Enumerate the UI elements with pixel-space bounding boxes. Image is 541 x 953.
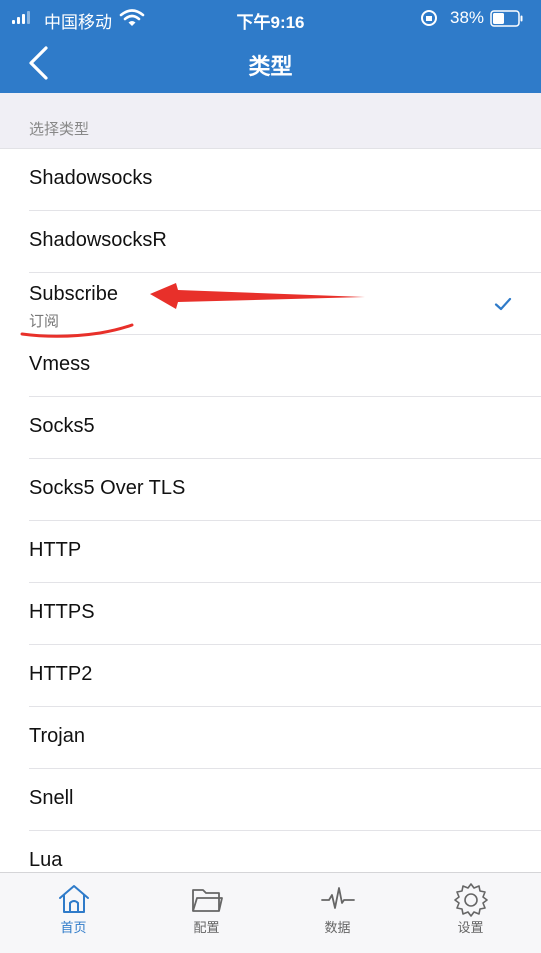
- battery-percent: 38%: [450, 8, 485, 27]
- app-header: 中国移动 下午9:16 38% 类型: [0, 0, 541, 93]
- list-item-label: ShadowsocksR: [29, 229, 167, 251]
- tab-config[interactable]: 配置: [139, 873, 274, 943]
- tab-bar: 首页 配置 数据 设置: [0, 872, 541, 953]
- list-item-label: Snell: [29, 787, 74, 809]
- list-item-socks5[interactable]: Socks5: [0, 397, 541, 459]
- gear-icon: [453, 883, 488, 917]
- list-item-trojan[interactable]: Trojan: [0, 707, 541, 769]
- list-item-snell[interactable]: Snell: [0, 769, 541, 831]
- folder-icon: [191, 889, 223, 912]
- list-item-label: HTTP2: [29, 663, 93, 685]
- list-item-shadowsocks[interactable]: Shadowsocks: [0, 149, 541, 211]
- checkmark-icon: [494, 297, 512, 311]
- list-item-label: Trojan: [29, 725, 85, 747]
- tab-label: 数据: [324, 920, 351, 935]
- list-item-label: Socks5: [29, 415, 95, 437]
- home-icon: [58, 885, 89, 913]
- battery-icon: [490, 10, 523, 27]
- list-item-socks5-over-tls[interactable]: Socks5 Over TLS: [0, 459, 541, 521]
- tab-data[interactable]: 数据: [270, 873, 405, 943]
- tab-home[interactable]: 首页: [6, 873, 141, 943]
- list-item-label: Lua: [29, 849, 63, 871]
- pulse-icon: [320, 887, 355, 909]
- tab-label: 设置: [457, 920, 484, 935]
- list-item-subtitle: 订阅: [29, 313, 60, 330]
- type-list: Shadowsocks ShadowsocksR Subscribe 订阅 Vm…: [0, 148, 541, 873]
- list-item-label: HTTPS: [29, 601, 95, 623]
- tab-settings[interactable]: 设置: [403, 873, 538, 943]
- list-item-vmess[interactable]: Vmess: [0, 335, 541, 397]
- list-item-label: HTTP: [29, 539, 82, 561]
- tab-label: 配置: [193, 920, 220, 935]
- list-item-label: Subscribe: [29, 283, 118, 305]
- list-item-label: Shadowsocks: [29, 167, 153, 189]
- page-title: 类型: [248, 54, 293, 79]
- list-item-https[interactable]: HTTPS: [0, 583, 541, 645]
- section-header: 选择类型: [29, 121, 90, 138]
- list-item-label: Vmess: [29, 353, 91, 375]
- list-item-http2[interactable]: HTTP2: [0, 645, 541, 707]
- rotation-lock-icon: [421, 10, 437, 26]
- list-item-shadowsocksr[interactable]: ShadowsocksR: [0, 211, 541, 273]
- tab-label: 首页: [60, 920, 87, 935]
- list-item-label: Socks5 Over TLS: [29, 477, 186, 499]
- list-item-http[interactable]: HTTP: [0, 521, 541, 583]
- list-item-lua[interactable]: Lua: [0, 831, 541, 873]
- list-item-subscribe[interactable]: Subscribe 订阅: [0, 273, 541, 335]
- status-bar: 中国移动 下午9:16 38%: [0, 0, 541, 40]
